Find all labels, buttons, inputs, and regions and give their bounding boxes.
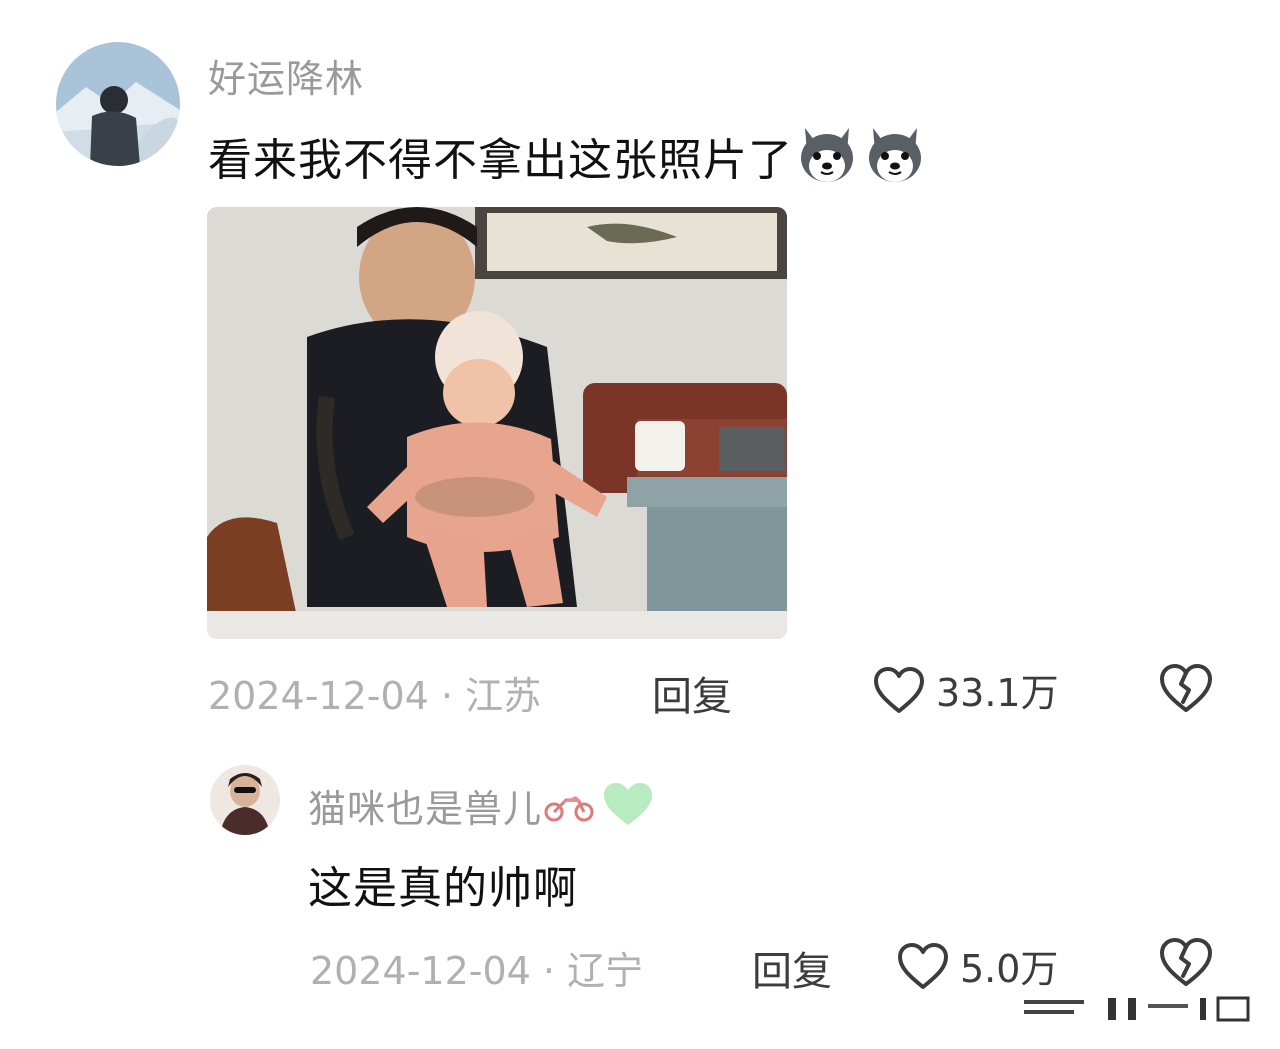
reply-like-button[interactable]: 5.0万 xyxy=(896,938,1058,993)
comment-like-button[interactable]: 33.1万 xyxy=(872,662,1059,717)
comment-like-count: 33.1万 xyxy=(936,671,1059,715)
reply-username-row: 猫咪也是兽儿 xyxy=(308,778,654,833)
avatar[interactable] xyxy=(56,42,180,166)
reply-reply-button[interactable]: 回复 xyxy=(752,939,832,997)
husky-dog-emoji-icon xyxy=(863,122,927,190)
watermark-logo xyxy=(1018,990,1258,1026)
reply-text: 这是真的帅啊 xyxy=(308,863,578,914)
comment-body: 看来我不得不拿出这张照片了 xyxy=(208,122,927,190)
comment-reply-button[interactable]: 回复 xyxy=(652,664,732,722)
reply-avatar-image xyxy=(210,765,280,835)
comment-date-location: 2024-12-04 · 江苏 xyxy=(208,674,542,718)
comment-text: 看来我不得不拿出这张照片了 xyxy=(208,135,793,186)
comment-photo[interactable] xyxy=(207,207,787,639)
reply-avatar[interactable] xyxy=(210,765,280,835)
comment-dislike-button[interactable] xyxy=(1158,662,1214,714)
avatar-image xyxy=(56,42,180,166)
reply-dislike-button[interactable] xyxy=(1158,936,1214,988)
heart-outline-icon xyxy=(874,666,924,713)
motorcycle-icon xyxy=(542,786,596,826)
reply-like-count: 5.0万 xyxy=(960,947,1059,991)
broken-heart-icon xyxy=(1160,664,1212,712)
husky-dog-emoji-icon xyxy=(795,122,859,190)
green-heart-icon xyxy=(602,781,654,831)
broken-heart-icon xyxy=(1160,938,1212,986)
photo-image xyxy=(207,207,787,639)
heart-outline-icon xyxy=(898,942,948,989)
reply-date-location: 2024-12-04 · 辽宁 xyxy=(310,949,644,993)
reply-username[interactable]: 猫咪也是兽儿 xyxy=(308,778,542,833)
comment-username[interactable]: 好运降林 xyxy=(208,48,364,103)
